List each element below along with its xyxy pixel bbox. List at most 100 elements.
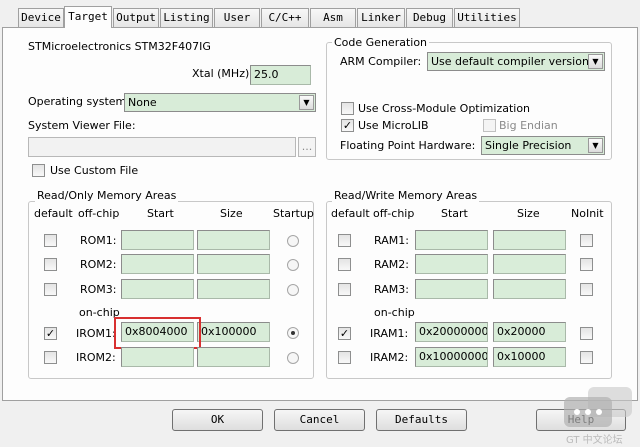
ram-onchip-label: on-chip — [374, 306, 415, 319]
watermark-logo: GT 中文论坛 — [562, 385, 636, 446]
ok-button[interactable]: OK — [172, 409, 263, 431]
fp-hardware-value: Single Precision — [485, 139, 572, 152]
ram2-start-input[interactable] — [415, 254, 488, 274]
iram1-default-checkbox[interactable]: ✓ — [338, 327, 351, 340]
iram2-label: IRAM2: — [370, 351, 409, 364]
irom2-default-checkbox[interactable] — [44, 351, 57, 364]
use-custom-file-label: Use Custom File — [50, 164, 139, 177]
irom2-startup-radio[interactable] — [287, 352, 299, 364]
tab-utilities[interactable]: Utilities — [454, 8, 520, 27]
ram1-noinit-checkbox[interactable] — [580, 234, 593, 247]
highlight-box — [114, 317, 201, 349]
rom2-startup-radio[interactable] — [287, 259, 299, 271]
big-endian-checkbox[interactable] — [483, 119, 496, 132]
rom1-label: ROM1: — [80, 234, 117, 247]
defaults-button[interactable]: Defaults — [376, 409, 467, 431]
xtal-label: Xtal (MHz): — [192, 67, 253, 80]
rom-header-startup: Startup — [273, 207, 314, 220]
ram3-size-input[interactable] — [493, 279, 566, 299]
microlib-checkbox[interactable]: ✓ — [341, 119, 354, 132]
rom3-start-input[interactable] — [121, 279, 194, 299]
os-select-value: None — [128, 96, 157, 109]
rom2-start-input[interactable] — [121, 254, 194, 274]
fp-hardware-label: Floating Point Hardware: — [340, 139, 476, 152]
os-label: Operating system: — [28, 95, 130, 108]
iram2-size-input[interactable]: 0x10000 — [493, 347, 566, 367]
ram3-noinit-checkbox[interactable] — [580, 283, 593, 296]
chat-bubbles-icon — [564, 387, 632, 427]
tab-target[interactable]: Target — [64, 6, 112, 28]
rom1-startup-radio[interactable] — [287, 235, 299, 247]
ram-header-start: Start — [441, 207, 468, 220]
iram1-label: IRAM1: — [370, 327, 409, 340]
irom1-startup-radio[interactable] — [287, 327, 299, 339]
svf-input[interactable] — [28, 137, 296, 157]
ram1-label: RAM1: — [374, 234, 409, 247]
irom1-default-checkbox[interactable]: ✓ — [44, 327, 57, 340]
rom3-default-checkbox[interactable] — [44, 283, 57, 296]
tab-listing[interactable]: Listing — [160, 8, 213, 27]
chevron-down-icon[interactable]: ▼ — [588, 54, 603, 69]
svf-label: System Viewer File: — [28, 119, 136, 132]
tab-device[interactable]: Device — [18, 8, 64, 27]
rom1-size-input[interactable] — [197, 230, 270, 250]
use-custom-file-checkbox[interactable] — [32, 164, 45, 177]
svf-browse-button[interactable]: ... — [298, 137, 316, 157]
cross-module-checkbox[interactable] — [341, 102, 354, 115]
cancel-button[interactable]: Cancel — [274, 409, 365, 431]
ram3-label: RAM3: — [374, 283, 409, 296]
ram1-start-input[interactable] — [415, 230, 488, 250]
rom2-label: ROM2: — [80, 258, 117, 271]
irom2-start-input[interactable] — [121, 347, 194, 367]
ram1-default-checkbox[interactable] — [338, 234, 351, 247]
ram3-start-input[interactable] — [415, 279, 488, 299]
irom1-label: IROM1: — [76, 327, 116, 340]
arm-compiler-label: ARM Compiler: — [340, 55, 422, 68]
iram1-size-input[interactable]: 0x20000 — [493, 322, 566, 342]
tab-c-cpp[interactable]: C/C++ — [261, 8, 309, 27]
rom2-size-input[interactable] — [197, 254, 270, 274]
device-name: STMicroelectronics STM32F407IG — [28, 40, 211, 53]
ram2-default-checkbox[interactable] — [338, 258, 351, 271]
rom3-label: ROM3: — [80, 283, 117, 296]
ram-header-default: default — [331, 207, 370, 220]
rom2-default-checkbox[interactable] — [44, 258, 57, 271]
tab-user[interactable]: User — [214, 8, 260, 27]
os-select[interactable]: None ▼ — [124, 93, 316, 112]
ram-header-noinit: NoInit — [571, 207, 604, 220]
iram1-start-input[interactable]: 0x20000000 — [415, 322, 488, 342]
microlib-label: Use MicroLIB — [358, 119, 429, 132]
iram1-noinit-checkbox[interactable] — [580, 327, 593, 340]
irom2-label: IROM2: — [76, 351, 116, 364]
tab-asm[interactable]: Asm — [310, 8, 356, 27]
ram3-default-checkbox[interactable] — [338, 283, 351, 296]
rom-header-default: default — [34, 207, 73, 220]
xtal-input[interactable]: 25.0 — [250, 65, 311, 85]
iram2-noinit-checkbox[interactable] — [580, 351, 593, 364]
arm-compiler-select[interactable]: Use default compiler version 5 ▼ — [427, 52, 605, 71]
chevron-down-icon[interactable]: ▼ — [588, 138, 603, 153]
ram-header-size: Size — [517, 207, 540, 220]
rom3-startup-radio[interactable] — [287, 284, 299, 296]
ram2-noinit-checkbox[interactable] — [580, 258, 593, 271]
iram2-start-input[interactable]: 0x10000000 — [415, 347, 488, 367]
rom-header-offchip: off-chip — [78, 207, 120, 220]
ram2-label: RAM2: — [374, 258, 409, 271]
irom1-size-input[interactable]: 0x100000 — [197, 322, 270, 342]
tab-bar: Device Target Output Listing User C/C++ … — [0, 0, 640, 28]
rom-header-size: Size — [220, 207, 243, 220]
chevron-down-icon[interactable]: ▼ — [299, 95, 314, 110]
fp-hardware-select[interactable]: Single Precision ▼ — [481, 136, 605, 155]
rom1-default-checkbox[interactable] — [44, 234, 57, 247]
tab-debug[interactable]: Debug — [406, 8, 453, 27]
rom1-start-input[interactable] — [121, 230, 194, 250]
readwrite-memory-title: Read/Write Memory Areas — [332, 189, 480, 202]
tab-linker[interactable]: Linker — [357, 8, 405, 27]
ram1-size-input[interactable] — [493, 230, 566, 250]
tab-output[interactable]: Output — [113, 8, 159, 27]
ram2-size-input[interactable] — [493, 254, 566, 274]
rom3-size-input[interactable] — [197, 279, 270, 299]
arm-compiler-value: Use default compiler version 5 — [431, 55, 600, 68]
irom2-size-input[interactable] — [197, 347, 270, 367]
iram2-default-checkbox[interactable] — [338, 351, 351, 364]
